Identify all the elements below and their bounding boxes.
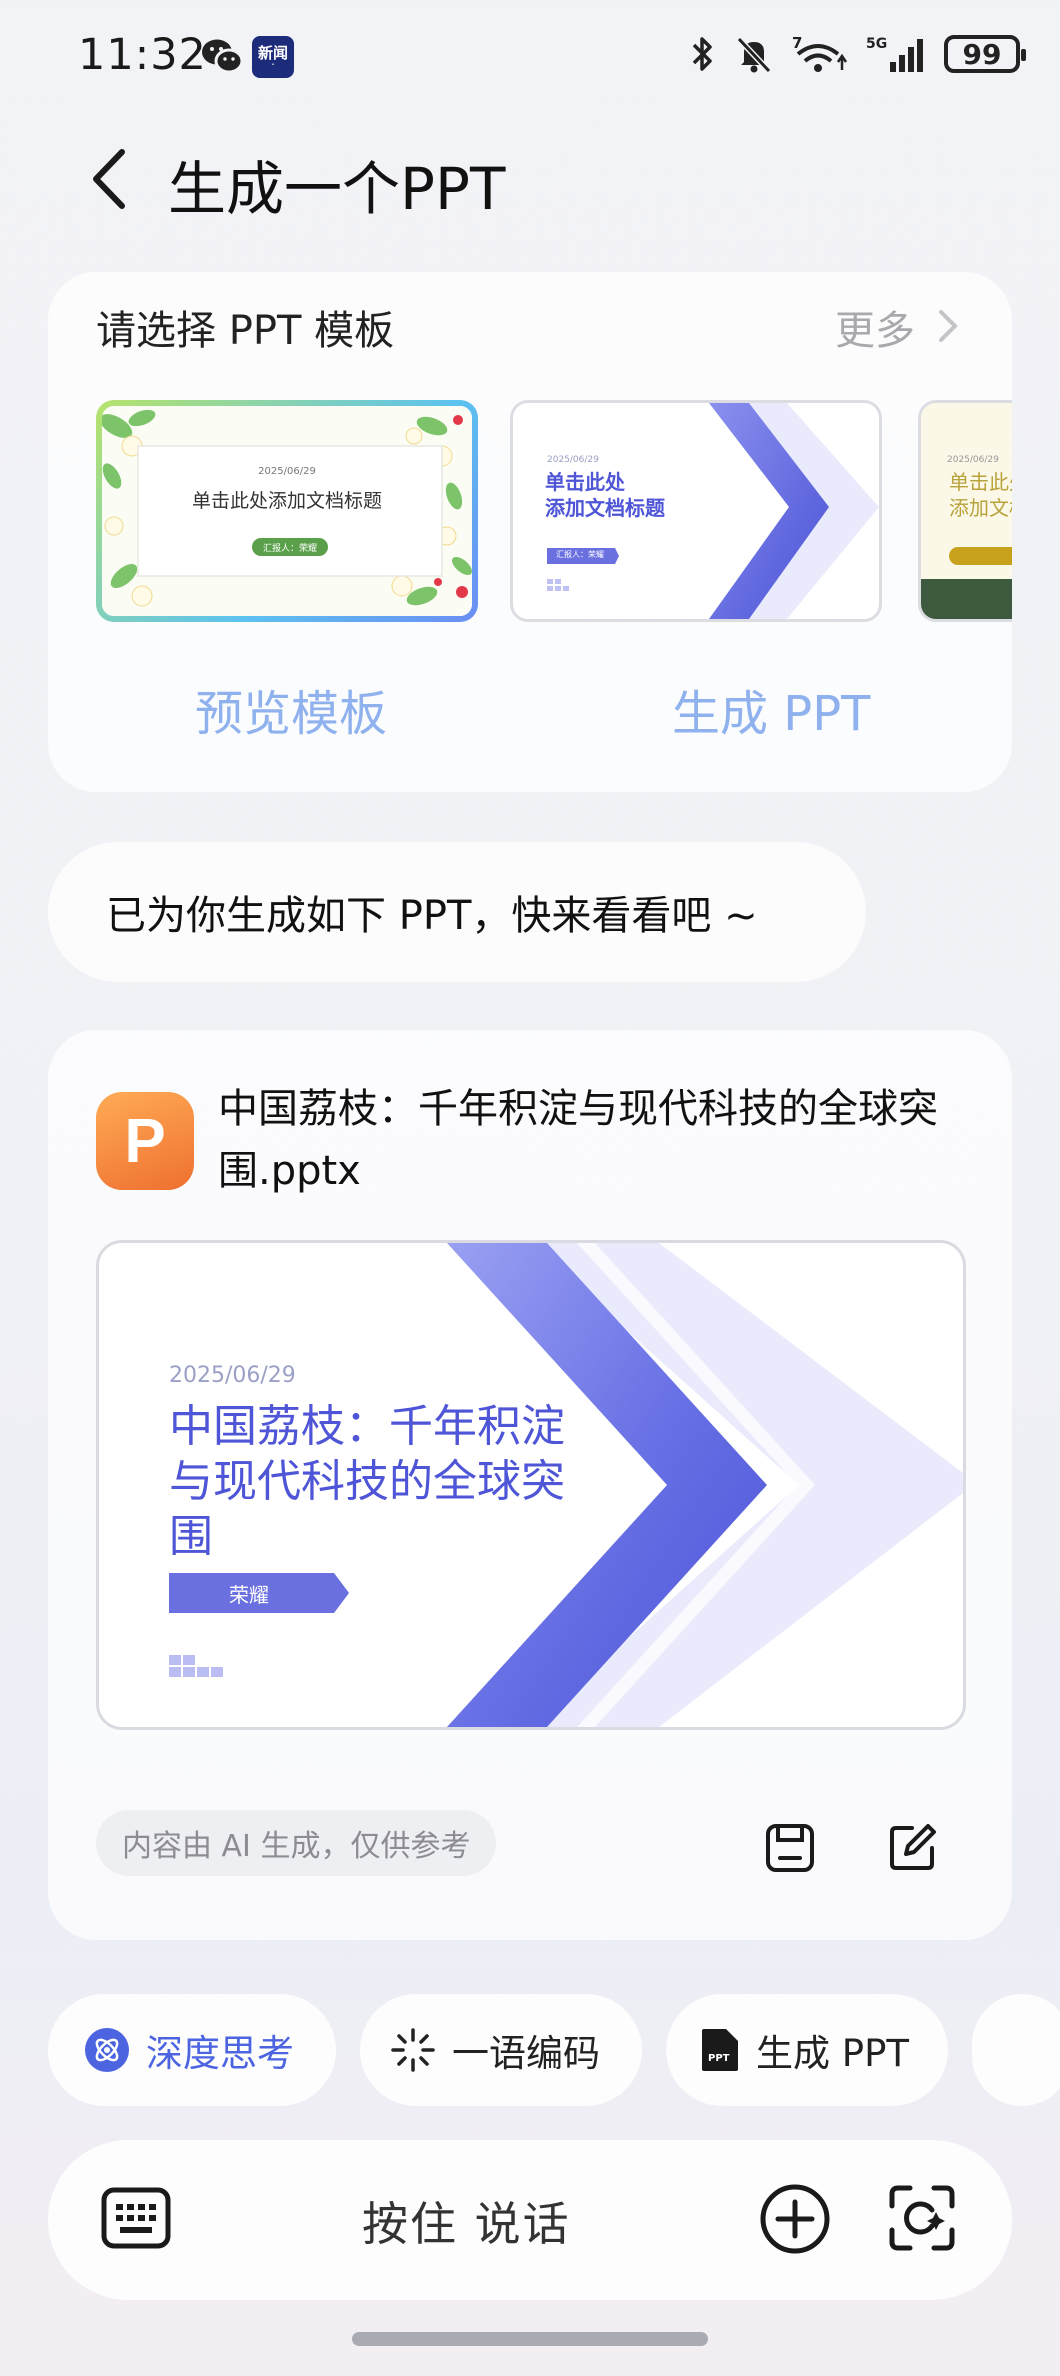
ai-disclaimer-badge: 内容由 AI 生成，仅供参考 bbox=[96, 1810, 497, 1876]
slide-presenter: 荣耀 bbox=[229, 1582, 269, 1607]
generate-ppt-button[interactable]: 生成 PPT bbox=[672, 674, 870, 744]
edit-icon[interactable] bbox=[884, 1820, 940, 1876]
template-date: 2025/06/29 bbox=[947, 455, 999, 465]
svg-text:7: 7 bbox=[792, 34, 802, 52]
wifi-icon: 7 bbox=[792, 34, 848, 72]
bluetooth-icon bbox=[692, 37, 712, 71]
more-templates-link[interactable]: 更多 bbox=[835, 298, 915, 356]
chevron-right-icon[interactable] bbox=[935, 304, 961, 348]
ppt-file-icon: P bbox=[96, 1092, 194, 1190]
wechat-icon bbox=[202, 39, 244, 74]
chip-label: 一语编码 bbox=[452, 2032, 600, 2075]
status-time: 11:32 bbox=[78, 30, 207, 80]
assistant-reply-bubble: 已为你生成如下 PPT，快来看看吧 ~ bbox=[48, 842, 866, 982]
svg-text:PPT: PPT bbox=[708, 2053, 730, 2064]
status-icons: 7 5G 99 bbox=[690, 34, 1026, 74]
ai-scan-icon[interactable] bbox=[886, 2182, 958, 2254]
template-thumb-floral[interactable]: 2025/06/29 单击此处添加文档标题 汇报人：荣耀 bbox=[96, 400, 478, 622]
slide-preview[interactable]: 2025/06/29 中国荔枝：千年积淀与现代科技的全球突围 荣耀 bbox=[96, 1240, 966, 1730]
template-date: 2025/06/29 bbox=[258, 466, 316, 477]
mute-bell-icon bbox=[736, 36, 772, 74]
template-reporter: 汇报人：荣耀 bbox=[556, 550, 604, 559]
save-icon[interactable] bbox=[762, 1820, 818, 1876]
deep-think-chip[interactable]: 深度思考 bbox=[48, 1994, 336, 2106]
template-thumb-third[interactable]: 2025/06/29 单击此处 添加文档 bbox=[918, 400, 1012, 622]
chip-label: 生成 PPT bbox=[756, 2032, 909, 2075]
back-arrow-icon[interactable] bbox=[84, 146, 134, 212]
slide-title: 中国荔枝：千年积淀与现代科技的全球突围 bbox=[169, 1401, 565, 1562]
atom-icon bbox=[85, 2028, 129, 2072]
template-title-1: 单击此处 bbox=[949, 470, 1012, 494]
template-thumb-purple[interactable]: 2025/06/29 单击此处 添加文档标题 汇报人：荣耀 bbox=[510, 400, 882, 622]
template-title: 单击此处添加文档标题 bbox=[191, 490, 382, 512]
hold-to-talk-button[interactable]: 按住 说话 bbox=[362, 2188, 571, 2254]
sparkle-burst-icon bbox=[391, 2028, 435, 2072]
template-footer-band bbox=[921, 579, 1012, 619]
template-reporter-badge bbox=[949, 547, 1012, 565]
ppt-file-icon-small: PPT bbox=[702, 2029, 738, 2071]
chip-label: 深度思考 bbox=[146, 2032, 294, 2075]
ppt-file-name[interactable]: 中国荔枝：千年积淀与现代科技的全球突围.pptx bbox=[218, 1078, 948, 1202]
add-icon[interactable] bbox=[758, 2182, 832, 2256]
template-title-2: 添加文档 bbox=[949, 496, 1012, 520]
more-chip-partial[interactable] bbox=[972, 1994, 1060, 2106]
template-carousel[interactable]: 2025/06/29 单击此处添加文档标题 汇报人：荣耀 2025/06/29 … bbox=[96, 400, 1012, 622]
template-title-1: 单击此处 bbox=[545, 470, 625, 494]
keyboard-icon[interactable] bbox=[100, 2186, 172, 2250]
template-date: 2025/06/29 bbox=[547, 455, 599, 465]
slide-date: 2025/06/29 bbox=[169, 1363, 296, 1388]
home-indicator[interactable] bbox=[352, 2332, 708, 2346]
code-chip[interactable]: 一语编码 bbox=[360, 1994, 642, 2106]
template-reporter: 汇报人：荣耀 bbox=[252, 538, 328, 556]
template-section-title: 请选择 PPT 模板 bbox=[96, 308, 395, 354]
preview-template-button[interactable]: 预览模板 bbox=[195, 674, 387, 744]
reply-text: 已为你生成如下 PPT，快来看看吧 ~ bbox=[106, 893, 758, 939]
page-title: 生成一个PPT bbox=[168, 155, 506, 223]
battery-indicator: 99 bbox=[944, 35, 1026, 73]
news-app-icon: 新闻 · bbox=[252, 36, 294, 78]
generate-ppt-chip[interactable]: PPT 生成 PPT bbox=[666, 1994, 948, 2106]
signal-5g-icon: 5G bbox=[866, 36, 923, 72]
template-title-2: 添加文档标题 bbox=[545, 496, 665, 520]
svg-text:5G: 5G bbox=[866, 36, 887, 52]
